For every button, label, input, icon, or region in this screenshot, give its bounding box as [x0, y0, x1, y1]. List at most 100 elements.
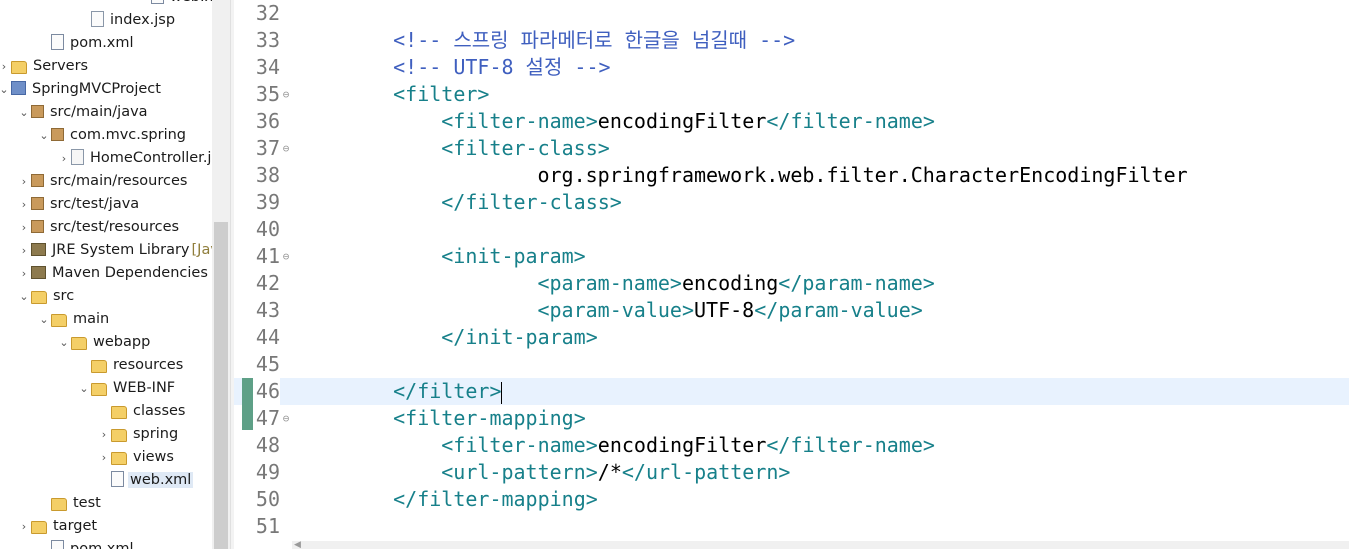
tree-item[interactable]: ⌄ src — [17, 285, 76, 308]
tree-item[interactable]: ⌄ src/main/java — [17, 101, 150, 124]
fold-collapse-icon[interactable]: ⊖ — [280, 243, 292, 270]
code-line[interactable]: 50 </filter-mapping> — [234, 486, 1349, 513]
code-line[interactable]: 41 ⊖ <init-param> — [234, 243, 1349, 270]
tree-item-label: src/main/java — [50, 104, 148, 120]
tree-item[interactable]: test — [37, 492, 103, 515]
xml-editor[interactable]: ◀ 32 33 <!-- 스프링 파라메터로 한글을 넘길때 --> 34 <!-- U… — [234, 0, 1349, 549]
chevron-down-icon[interactable]: ⌄ — [0, 78, 11, 101]
code-line[interactable]: 40 — [234, 216, 1349, 243]
chevron-right-icon[interactable]: › — [17, 515, 31, 538]
code-line[interactable]: 37 ⊖ <filter-class> — [234, 135, 1349, 162]
tree-item[interactable]: web.xml — [137, 0, 212, 9]
chevron-right-icon[interactable]: › — [17, 170, 31, 193]
tree-item[interactable]: › src/test/java — [17, 193, 141, 216]
code-line[interactable]: 36 <filter-name>encodingFilter</filter-na… — [234, 108, 1349, 135]
xml-tag: </filter-name> — [766, 109, 935, 133]
tree-item[interactable]: › src/main/resources — [17, 170, 189, 193]
xml-file-icon — [151, 0, 164, 4]
code-line[interactable]: 38 org.springframework.web.filter.Charact… — [234, 162, 1349, 189]
xml-tag: <filter-name> — [441, 433, 598, 457]
tree-item[interactable]: pom.xml — [37, 32, 136, 55]
xml-tag: </param-value> — [754, 298, 923, 322]
chevron-down-icon[interactable]: ⌄ — [57, 331, 71, 354]
code-line[interactable]: 48 <filter-name>encodingFilter</filter-na… — [234, 432, 1349, 459]
chevron-right-icon[interactable]: › — [17, 193, 31, 216]
xml-tag: </init-param> — [441, 325, 598, 349]
chevron-down-icon[interactable]: ⌄ — [77, 377, 91, 400]
tree-item-label: src — [53, 288, 75, 304]
line-number: 47 — [255, 406, 280, 430]
chevron-down-icon[interactable]: ⌄ — [17, 101, 31, 124]
xml-tag: <filter-class> — [441, 136, 610, 160]
chevron-down-icon[interactable]: ⌄ — [37, 124, 51, 147]
code-content: <param-name>encoding</param-name> — [537, 270, 934, 297]
tree-item[interactable]: ⌄ WEB-INF — [77, 377, 177, 400]
code-line[interactable]: 46 </filter> — [234, 378, 1349, 405]
code-line[interactable]: 39 </filter-class> — [234, 189, 1349, 216]
xml-tag: </param-name> — [778, 271, 935, 295]
tree-item[interactable]: › views — [97, 446, 176, 469]
code-content: <filter-class> — [441, 135, 610, 162]
tree-item[interactable]: index.jsp — [77, 9, 177, 32]
explorer-scrollbar-thumb[interactable] — [214, 222, 228, 549]
fold-collapse-icon[interactable]: ⊖ — [280, 81, 292, 108]
code-line[interactable]: 49 <url-pattern>/*</url-pattern> — [234, 459, 1349, 486]
tree-item-label: SpringMVCProject — [32, 81, 161, 97]
tree-item[interactable]: classes — [97, 400, 187, 423]
chevron-right-icon[interactable]: › — [97, 446, 111, 469]
xml-text: org.springframework.web.filter.Character… — [537, 163, 1188, 187]
code-line[interactable]: 34 <!-- UTF-8 설정 --> — [234, 54, 1349, 81]
source-folder-icon — [31, 196, 44, 210]
chevron-right-icon[interactable]: › — [0, 55, 11, 78]
fold-collapse-icon[interactable]: ⊖ — [280, 405, 292, 432]
line-number: 38 — [255, 163, 280, 187]
tree-item[interactable]: ⌄ com.mvc.spring — [37, 124, 188, 147]
tree-item[interactable]: web.xml — [97, 469, 194, 492]
tree-item-label: Servers — [33, 58, 89, 74]
line-number: 51 — [255, 514, 280, 538]
code-line[interactable]: 35 ⊖ <filter> — [234, 81, 1349, 108]
code-line[interactable]: 42 <param-name>encoding</param-name> — [234, 270, 1349, 297]
chevron-down-icon[interactable]: ⌄ — [37, 308, 51, 331]
line-number: 50 — [255, 487, 280, 511]
chevron-right-icon[interactable]: › — [17, 262, 31, 285]
tree-item[interactable]: ⌄ main — [37, 308, 111, 331]
xml-tag: <filter> — [393, 82, 490, 106]
tree-item[interactable]: ⌄ SpringMVCProject — [0, 78, 163, 101]
tree-item-label: index.jsp — [110, 12, 176, 28]
maven-pom-icon — [51, 34, 64, 50]
code-content: <param-value>UTF-8</param-value> — [537, 297, 922, 324]
code-line[interactable]: 45 — [234, 351, 1349, 378]
code-line[interactable]: 47 ⊖ <filter-mapping> — [234, 405, 1349, 432]
xml-text: encodingFilter — [597, 433, 767, 457]
scroll-left-icon[interactable]: ◀ — [294, 540, 301, 549]
tree-item[interactable]: › spring — [97, 423, 180, 446]
chevron-down-icon[interactable]: ⌄ — [17, 285, 31, 308]
tree-item[interactable]: ⌄ webapp — [57, 331, 152, 354]
fold-collapse-icon[interactable]: ⊖ — [280, 135, 292, 162]
code-line[interactable]: 33 <!-- 스프링 파라메터로 한글을 넘길때 --> — [234, 27, 1349, 54]
chevron-right-icon[interactable]: › — [97, 423, 111, 446]
xml-tag: </url-pattern> — [621, 460, 791, 484]
folder-icon — [31, 520, 47, 534]
code-line[interactable]: 51 — [234, 513, 1349, 540]
chevron-right-icon[interactable]: › — [17, 216, 31, 239]
tree-item[interactable]: › src/test/resources — [17, 216, 181, 239]
chevron-right-icon[interactable]: › — [57, 147, 71, 170]
code-line[interactable]: 44 </init-param> — [234, 324, 1349, 351]
folder-icon — [91, 382, 107, 396]
tree-item[interactable]: › Servers — [0, 55, 90, 78]
tree-item-label: test — [73, 495, 101, 511]
tree-item[interactable]: › JRE System Library[Java — [17, 239, 212, 262]
tree-item[interactable]: › target — [17, 515, 99, 538]
tree-item[interactable]: › Maven Dependencies — [17, 262, 210, 285]
chevron-right-icon[interactable]: › — [17, 239, 31, 262]
tree-item[interactable]: › HomeController.j — [57, 147, 212, 170]
code-line[interactable]: 32 — [234, 0, 1349, 27]
code-line[interactable]: 43 <param-value>UTF-8</param-value> — [234, 297, 1349, 324]
tree-item[interactable]: resources — [77, 354, 185, 377]
xml-text: encoding — [681, 271, 779, 295]
line-number: 43 — [255, 298, 280, 322]
tree-item[interactable]: pom.xml — [37, 538, 136, 549]
editor-horizontal-scrollbar[interactable] — [292, 541, 1349, 549]
